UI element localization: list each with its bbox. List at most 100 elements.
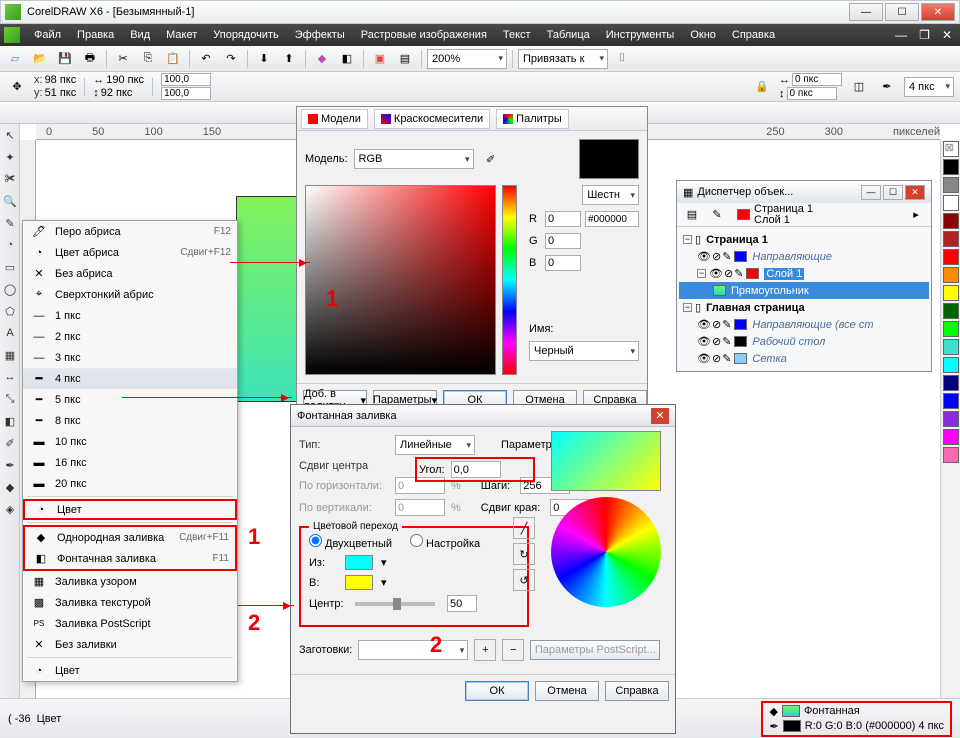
presets-combo[interactable] [358,640,468,660]
menu-edit[interactable]: Правка [71,27,120,43]
preset-add-button[interactable]: + [474,639,496,661]
tree-grid[interactable]: 👁⊘✎Сетка [679,350,929,367]
palette-swatch[interactable] [943,339,959,355]
snap-combo[interactable]: Привязать к [518,49,608,69]
ctx-4px[interactable]: ━4 пкс [23,368,237,389]
ctx-no-outline[interactable]: ✕Без абриса [23,263,237,284]
save-button[interactable]: 💾 [54,48,76,70]
palette-swatch[interactable] [943,285,959,301]
publish-button[interactable]: ▣ [369,48,391,70]
b-input[interactable] [545,255,581,271]
path-cw-button[interactable]: ↻ [513,543,535,565]
path-direct-button[interactable]: ╱ [513,517,535,539]
scale-x-input[interactable] [161,73,211,86]
fountain-help-button[interactable]: Справка [605,681,669,701]
preset-remove-button[interactable]: − [502,639,524,661]
tab-mixers[interactable]: Краскосмесители [374,109,490,129]
window-maximize[interactable]: ☐ [885,3,919,21]
path-ccw-button[interactable]: ↺ [513,569,535,591]
menu-text[interactable]: Текст [497,27,537,43]
connector-tool[interactable]: ⤡ [1,389,19,409]
ctx-20px[interactable]: ▬20 пкс [23,473,237,494]
docker-maximize[interactable]: ☐ [883,185,903,200]
nudge-y-input[interactable] [787,87,837,100]
open-button[interactable]: 📂 [29,48,51,70]
tree-desktop[interactable]: 👁⊘✎Рабочий стол [679,333,929,350]
palette-swatch[interactable] [943,429,959,445]
docker-options-button[interactable]: ▸ [905,204,927,226]
saturation-picker[interactable] [305,185,496,375]
cut-button[interactable]: ✂ [112,48,134,70]
menu-file[interactable]: Файл [28,27,67,43]
new-button[interactable]: ▱ [4,48,26,70]
color-wheel[interactable] [551,497,661,607]
eyedropper-button[interactable]: ✐ [480,148,502,170]
menu-window[interactable]: Окно [684,27,722,43]
outline-pen-icon[interactable]: ✒ [876,76,898,98]
ctx-color-2[interactable]: ◔Цвет [23,660,237,681]
hue-slider[interactable] [502,185,517,375]
scale-y-input[interactable] [161,87,211,100]
palette-swatch[interactable] [943,177,959,193]
twocolor-radio[interactable]: Двухцветный [309,534,392,550]
selected-rectangle[interactable] [236,196,302,402]
ctx-1px[interactable]: —1 пкс [23,305,237,326]
app-launcher-button[interactable]: ◆ [311,48,333,70]
palette-swatch[interactable] [943,303,959,319]
welcome-button[interactable]: ◧ [336,48,358,70]
ctx-postscript-fill[interactable]: PSЗаливка PostScript [23,613,237,634]
palette-swatch[interactable] [943,357,959,373]
tree-guides-all[interactable]: 👁⊘✎Направляющие (все ст [679,316,929,333]
import-button[interactable]: ⬇ [253,48,275,70]
tree-master[interactable]: −▯Главная страница [679,299,929,316]
effects-tool[interactable]: ◧ [1,411,19,431]
ctx-outline-pen[interactable]: 🖊Перо абрисаF12 [23,221,237,242]
palette-swatch[interactable] [943,249,959,265]
r-input[interactable] [545,211,581,227]
rectangle-tool[interactable]: ▭ [1,257,19,277]
menu-bitmaps[interactable]: Растровые изображения [355,27,493,43]
ctx-hairline[interactable]: ⌖Сверхтонкий абрис [23,284,237,305]
crop-tool[interactable]: ✀ [1,169,19,189]
menu-help[interactable]: Справка [726,27,781,43]
smart-fill-tool[interactable]: ◔ [1,235,19,255]
tree-guides[interactable]: 👁⊘✎Направляющие [679,248,929,265]
snap-options-button[interactable]: ⌷ [611,48,633,70]
palette-swatch[interactable] [943,375,959,391]
text-tool[interactable]: A [1,323,19,343]
layer-edit-button[interactable]: ✎ [706,204,728,226]
ctx-3px[interactable]: —3 пкс [23,347,237,368]
color-name-combo[interactable]: Черный [529,341,639,361]
window-minimize[interactable]: ― [849,3,883,21]
mdi-restore[interactable]: ❐ [915,28,934,42]
palette-swatch[interactable] [943,213,959,229]
g-input[interactable] [545,233,581,249]
tree-page1[interactable]: −▯Страница 1 [679,231,929,248]
tree-rectangle[interactable]: Прямоугольник [679,282,929,299]
center-input[interactable] [447,595,477,612]
zoom-combo[interactable]: 200% [427,49,507,69]
tree-layer1[interactable]: −👁⊘✎Слой 1 [679,265,929,282]
ctx-uniform-fill[interactable]: ◆Однородная заливкаСдвиг+F11 [25,527,235,548]
palette-swatch[interactable] [943,267,959,283]
menu-table[interactable]: Таблица [541,27,596,43]
to-color-swatch[interactable] [345,575,373,590]
model-combo[interactable]: RGB [354,149,474,169]
type-combo[interactable]: Линейные [395,435,475,455]
zoom-tool[interactable]: 🔍 [1,191,19,211]
lock-icon[interactable]: 🔒 [751,76,773,98]
menu-arrange[interactable]: Упорядочить [207,27,284,43]
hex-mode-combo[interactable]: Шестн [582,185,639,205]
mdi-close[interactable]: ✕ [938,28,956,42]
eyedropper-tool[interactable]: ✐ [1,433,19,453]
nudge-x-input[interactable] [792,73,842,86]
menu-layout[interactable]: Макет [160,27,203,43]
export-button[interactable]: ⬆ [278,48,300,70]
pick-tool[interactable]: ↖ [1,125,19,145]
angle-input[interactable] [451,461,501,478]
ctx-texture-fill[interactable]: ▩Заливка текстурой [23,592,237,613]
palette-swatch[interactable] [943,393,959,409]
ctx-pattern-fill[interactable]: ▦Заливка узором [23,571,237,592]
dimension-tool[interactable]: ↔ [1,367,19,387]
ctx-no-fill[interactable]: ✕Без заливки [23,634,237,655]
